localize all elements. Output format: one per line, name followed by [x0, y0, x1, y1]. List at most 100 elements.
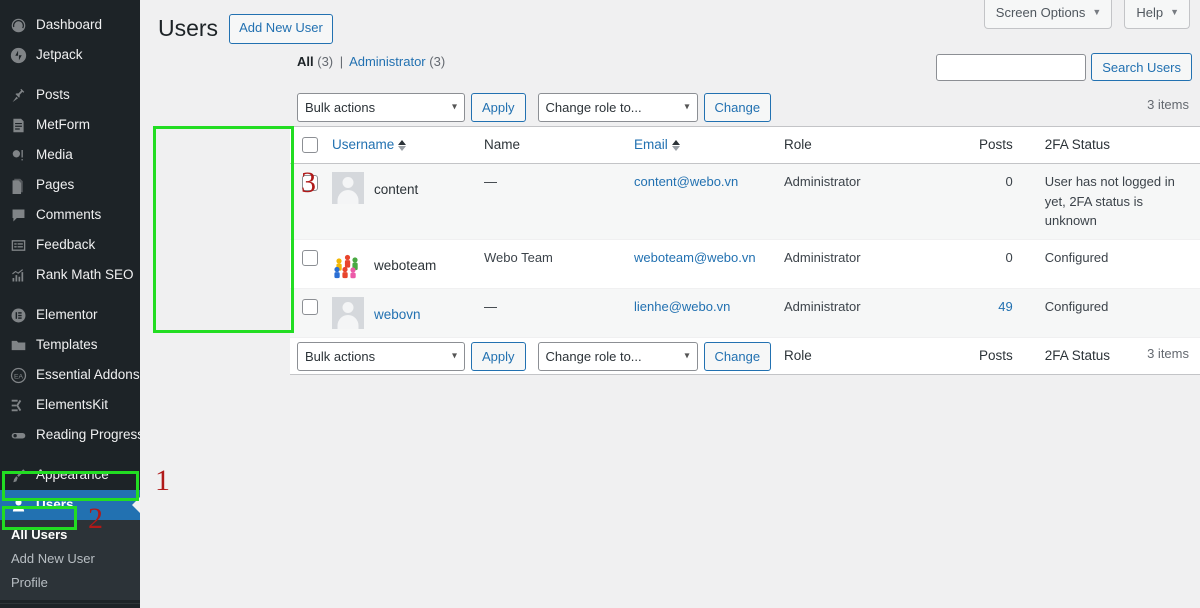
submenu-item-profile[interactable]: Profile	[0, 570, 140, 594]
sidebar-item-jetpack[interactable]: Jetpack	[0, 40, 140, 70]
email-link[interactable]: weboteam@webo.vn	[634, 250, 756, 265]
username-text: weboteam	[374, 257, 437, 273]
sidebar-item-users[interactable]: Users	[0, 490, 140, 520]
sidebar-item-comments[interactable]: Comments	[0, 200, 140, 230]
column-header-username: Username	[322, 127, 474, 164]
row-2fa-cell: User has not logged in yet, 2FA status i…	[1044, 174, 1175, 229]
posts-count-link[interactable]: 49	[998, 299, 1012, 314]
sidebar-item-label: Reading Progress	[36, 427, 140, 443]
bulk-actions-select-top[interactable]: Bulk actions	[297, 92, 465, 122]
screen-options-label: Screen Options	[995, 5, 1086, 20]
username-text: content	[374, 182, 419, 198]
column-header-role: Role	[784, 137, 812, 152]
change-role-select-bottom[interactable]: Change role to...	[537, 341, 698, 371]
jetpack-icon	[9, 46, 27, 64]
sidebar-item-media[interactable]: Media	[0, 140, 140, 170]
search-input[interactable]	[936, 53, 1087, 81]
row-checkbox[interactable]	[302, 174, 318, 191]
row-email-cell: content@webo.vn	[624, 164, 774, 240]
sidebar-item-label: Comments	[36, 207, 102, 223]
filter-all-label: All	[297, 54, 314, 69]
add-new-user-button[interactable]: Add New User	[229, 14, 333, 44]
sidebar-item-rank-math-seo[interactable]: Rank Math SEO	[0, 260, 140, 290]
submenu-item-add-new-user[interactable]: Add New User	[0, 546, 140, 570]
sidebar-item-appearance[interactable]: Appearance	[0, 460, 140, 490]
default-avatar-icon	[332, 296, 364, 329]
sidebar-item-templates[interactable]: Templates	[0, 330, 140, 360]
apply-button-top[interactable]: Apply	[471, 92, 526, 122]
row-posts-cell: 49	[969, 288, 1035, 337]
filter-administrator-link[interactable]: Administrator	[349, 54, 426, 69]
filter-links: All (3) | Administrator (3)	[297, 54, 445, 69]
group-people-avatar-icon	[332, 247, 364, 280]
row-username-cell: content	[322, 164, 474, 240]
row-checkbox-cell	[290, 239, 322, 288]
sidebar-item-metform[interactable]: MetForm	[0, 110, 140, 140]
main-content: Screen Options ▼ Help ▼ Users Add New Us…	[140, 0, 1200, 608]
sidebar-item-label: Posts	[36, 87, 70, 103]
bulk-actions-select-wrap: Bulk actions ▾	[297, 92, 465, 122]
sidebar-divider-1	[0, 70, 140, 80]
table-row: weboteam Webo Team weboteam@webo.vn Admi…	[290, 239, 1200, 289]
admin-sidebar: Dashboard Jetpack Posts MetForm Media Pa…	[0, 0, 140, 608]
select-all-header	[290, 127, 322, 164]
sidebar-item-feedback[interactable]: Feedback	[0, 230, 140, 260]
users-table: Username Name Email Role Posts 2FA Statu…	[290, 126, 1200, 375]
table-body: content — content@webo.vn Administrator …	[290, 163, 1200, 338]
change-role-select-wrap: Change role to... ▾	[537, 92, 698, 122]
sort-username-link-top[interactable]: Username	[332, 135, 407, 155]
sidebar-item-label: Pages	[36, 177, 75, 193]
sidebar-item-pages[interactable]: Pages	[0, 170, 140, 200]
sidebar-item-essential-addons[interactable]: EA Essential Addons	[0, 360, 140, 390]
search-users-button[interactable]: Search Users	[1091, 53, 1192, 81]
sort-email-link-top[interactable]: Email	[634, 135, 680, 155]
change-role-select-top[interactable]: Change role to...	[537, 92, 698, 122]
chevron-down-icon: ▼	[1170, 7, 1179, 17]
media-icon	[9, 146, 27, 164]
sidebar-item-label: Appearance	[36, 467, 109, 483]
email-link[interactable]: content@webo.vn	[634, 174, 738, 189]
page-header: Users Add New User	[158, 14, 333, 44]
sidebar-item-elementor[interactable]: Elementor	[0, 300, 140, 330]
sort-indicator-icon	[671, 139, 680, 151]
comment-icon	[9, 206, 27, 224]
screen-options-button[interactable]: Screen Options ▼	[983, 0, 1113, 29]
row-role-cell: Administrator	[784, 249, 861, 265]
sidebar-item-label: Feedback	[36, 237, 96, 253]
change-role-button-bottom[interactable]: Change	[703, 341, 772, 371]
row-role-cell: Administrator	[784, 298, 861, 314]
username-link[interactable]: webovn	[374, 297, 421, 325]
row-checkbox[interactable]	[302, 250, 318, 267]
sidebar-item-posts[interactable]: Posts	[0, 80, 140, 110]
row-email-cell: weboteam@webo.vn	[624, 239, 774, 288]
filter-all-link[interactable]: All	[297, 54, 314, 69]
table-row: content — content@webo.vn Administrator …	[290, 163, 1200, 240]
sort-indicator-icon	[398, 139, 407, 151]
submenu-item-label: All Users	[11, 526, 68, 542]
sidebar-item-dashboard[interactable]: Dashboard	[0, 10, 140, 40]
select-all-checkbox-top[interactable]	[302, 137, 318, 154]
row-name-cell: —	[474, 164, 624, 240]
change-role-button-top[interactable]: Change	[703, 92, 772, 122]
column-header-email: Email	[624, 127, 774, 164]
feedback-icon	[9, 236, 27, 254]
sidebar-item-label: Media	[36, 147, 73, 163]
sidebar-item-label: MetForm	[36, 117, 90, 133]
sidebar-divider-3	[0, 450, 140, 460]
apply-button-bottom[interactable]: Apply	[471, 341, 526, 371]
sidebar-item-elementskit[interactable]: ElementsKit	[0, 390, 140, 420]
help-label: Help	[1136, 5, 1164, 20]
sidebar-item-label: Essential Addons	[36, 367, 140, 383]
filter-separator: |	[339, 54, 344, 69]
row-checkbox[interactable]	[302, 299, 318, 316]
email-link[interactable]: lienhe@webo.vn	[634, 299, 730, 314]
submenu-item-label: Add New User	[11, 550, 95, 566]
bulk-actions-select-bottom[interactable]: Bulk actions	[297, 341, 465, 371]
sidebar-item-label: Dashboard	[36, 17, 103, 33]
elementskit-icon	[9, 396, 27, 414]
help-button[interactable]: Help ▼	[1124, 0, 1190, 29]
sidebar-divider-4	[0, 603, 140, 608]
submenu-item-all-users[interactable]: All Users	[0, 522, 140, 546]
posts-count: 0	[1005, 174, 1013, 190]
sidebar-item-reading-progress[interactable]: Reading Progress	[0, 420, 140, 450]
